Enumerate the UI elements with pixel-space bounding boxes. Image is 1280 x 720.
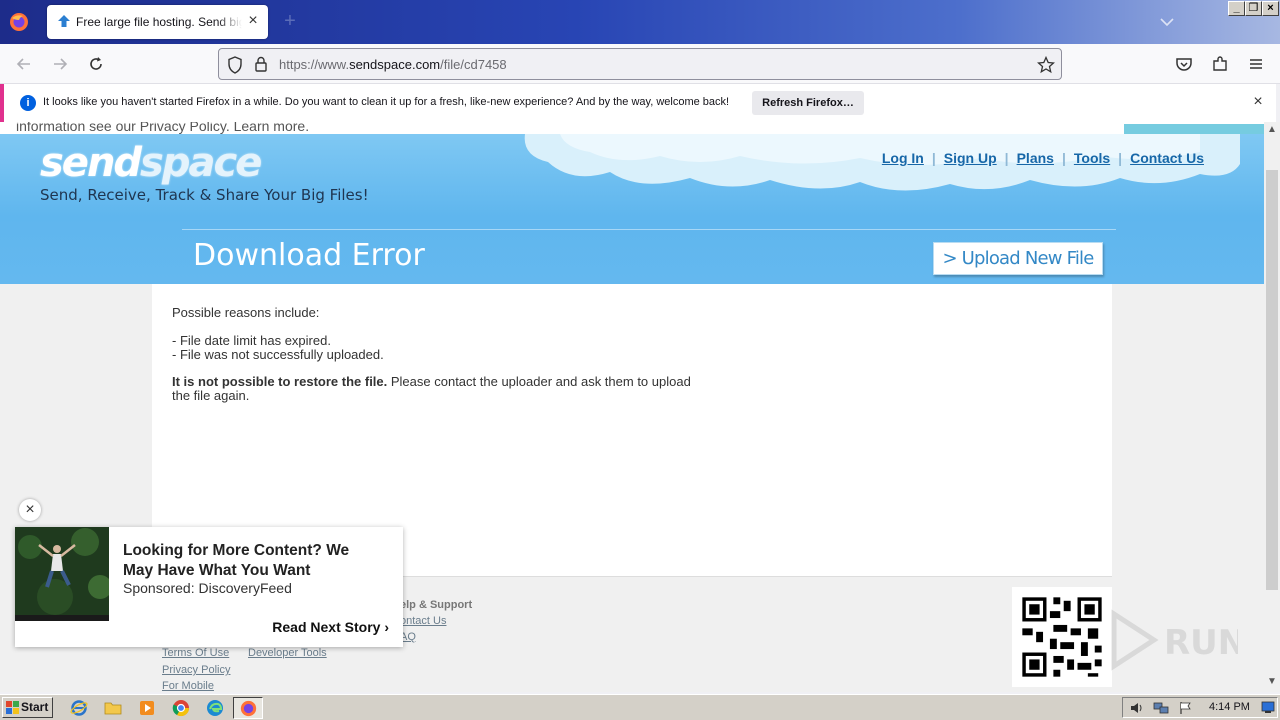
- page-title: Download Error: [193, 238, 425, 273]
- site-tagline: Send, Receive, Track & Share Your Big Fi…: [40, 186, 369, 204]
- chevron-right-icon: ›: [384, 619, 389, 635]
- footer-terms-link[interactable]: Terms Of Use: [162, 647, 229, 659]
- new-tab-icon[interactable]: +: [280, 11, 300, 31]
- tab-list-chevron-icon[interactable]: [1158, 14, 1176, 30]
- site-header: sendspace Send, Receive, Track & Share Y…: [0, 134, 1264, 284]
- bookmark-star-icon[interactable]: [1037, 56, 1055, 74]
- chrome-icon[interactable]: [172, 699, 190, 717]
- close-window-button[interactable]: ×: [1262, 1, 1279, 16]
- extensions-icon[interactable]: [1210, 54, 1230, 74]
- nav-plans[interactable]: Plans: [1009, 150, 1062, 166]
- privacy-banner-text: information see our Privacy Policy. Lear…: [16, 122, 310, 134]
- reason-item: - File date limit has expired.: [172, 333, 331, 348]
- forward-arrow-icon[interactable]: [50, 54, 70, 74]
- scroll-down-arrow-icon[interactable]: ▼: [1264, 676, 1280, 690]
- nav-log-in[interactable]: Log In: [874, 150, 932, 166]
- windows-logo-icon: [6, 701, 19, 714]
- privacy-banner-remnant: information see our Privacy Policy. Lear…: [0, 122, 1264, 134]
- footer-developer-tools-link[interactable]: Developer Tools: [248, 647, 327, 659]
- scroll-up-arrow-icon[interactable]: ▲: [1264, 124, 1280, 138]
- ad-sponsor: Sponsored: DiscoveryFeed: [123, 580, 292, 596]
- taskbar-firefox-active[interactable]: [233, 697, 263, 719]
- back-arrow-icon[interactable]: [14, 54, 34, 74]
- reasons-heading: Possible reasons include:: [172, 305, 320, 320]
- restore-message: It is not possible to restore the file. …: [172, 374, 691, 403]
- info-icon: i: [20, 95, 36, 111]
- footer-contact-link[interactable]: ontact Us: [400, 615, 446, 627]
- sponsored-ad-popup[interactable]: Looking for More Content? We May Have Wh…: [15, 527, 403, 647]
- anyrun-watermark-logo: RUN: [1111, 609, 1238, 671]
- media-player-icon[interactable]: [138, 699, 156, 717]
- privacy-banner-accent: [1124, 124, 1264, 134]
- network-icon[interactable]: [1153, 701, 1169, 715]
- notification-bar: i It looks like you haven't started Fire…: [0, 84, 1276, 122]
- start-label: Start: [21, 700, 49, 714]
- reason-item: - File was not successfully uploaded.: [172, 347, 384, 362]
- taskbar-clock[interactable]: 4:14 PM: [1209, 701, 1250, 713]
- sendspace-favicon-icon: [58, 15, 70, 27]
- qr-code: [1012, 587, 1112, 687]
- tracking-shield-icon[interactable]: [227, 56, 243, 74]
- footer-privacy-link[interactable]: Privacy Policy: [162, 664, 230, 676]
- restore-window-button[interactable]: ❐: [1245, 1, 1262, 16]
- reload-icon[interactable]: [86, 54, 106, 74]
- internet-explorer-icon[interactable]: [70, 699, 88, 717]
- scroll-thumb[interactable]: [1266, 170, 1278, 590]
- nav-sign-up[interactable]: Sign Up: [936, 150, 1005, 166]
- volume-icon[interactable]: [1129, 701, 1145, 715]
- nav-contact-us[interactable]: Contact Us: [1122, 150, 1212, 166]
- top-navigation: Log In | Sign Up | Plans | Tools | Contact Us: [874, 150, 1212, 166]
- url-text[interactable]: https://www.sendspace.com/file/cd7458: [279, 57, 507, 72]
- sendspace-logo[interactable]: sendspace: [40, 140, 262, 186]
- url-bar[interactable]: https://www.sendspace.com/file/cd7458: [218, 48, 1062, 80]
- file-explorer-icon[interactable]: [104, 699, 122, 717]
- ad-close-icon[interactable]: ×: [19, 499, 41, 521]
- refresh-firefox-button[interactable]: Refresh Firefox…: [752, 91, 864, 115]
- read-next-story-link[interactable]: Read Next Story ›: [272, 619, 389, 635]
- footer-mobile-link[interactable]: For Mobile: [162, 680, 214, 692]
- active-tab[interactable]: Free large file hosting. Send big files …: [47, 5, 268, 39]
- title-bar: Free large file hosting. Send big files …: [0, 0, 1280, 44]
- footer-help-heading: elp & Support: [400, 599, 473, 611]
- tab-close-icon[interactable]: ×: [245, 13, 261, 29]
- navigation-toolbar: https://www.sendspace.com/file/cd7458: [0, 44, 1280, 84]
- show-desktop-icon[interactable]: [1261, 701, 1275, 714]
- tab-title: Free large file hosting. Send big files: [76, 15, 242, 29]
- upload-new-file-button[interactable]: > Upload New File: [933, 242, 1103, 275]
- firefox-icon[interactable]: [9, 12, 29, 32]
- ad-title[interactable]: Looking for More Content? We May Have Wh…: [123, 541, 383, 581]
- notification-message: It looks like you haven't started Firefo…: [43, 96, 730, 108]
- firefox-taskbar-icon: [240, 700, 257, 717]
- start-button[interactable]: Start: [2, 697, 53, 718]
- notification-close-icon[interactable]: ×: [1250, 94, 1266, 110]
- header-divider: [182, 229, 1116, 230]
- system-tray: 4:14 PM: [1122, 697, 1278, 718]
- padlock-icon[interactable]: [254, 56, 268, 73]
- vertical-scrollbar[interactable]: ▲ ▼: [1264, 122, 1280, 692]
- action-center-flag-icon[interactable]: [1179, 701, 1193, 715]
- pocket-icon[interactable]: [1174, 54, 1194, 74]
- nav-tools[interactable]: Tools: [1066, 150, 1118, 166]
- hamburger-menu-icon[interactable]: [1246, 54, 1266, 74]
- windows-taskbar: Start 4:14 PM: [0, 694, 1280, 720]
- svg-text:RUN: RUN: [1164, 623, 1238, 663]
- edge-icon[interactable]: [206, 699, 224, 717]
- minimize-window-button[interactable]: _: [1228, 1, 1245, 16]
- ad-thumbnail-image[interactable]: [15, 527, 109, 621]
